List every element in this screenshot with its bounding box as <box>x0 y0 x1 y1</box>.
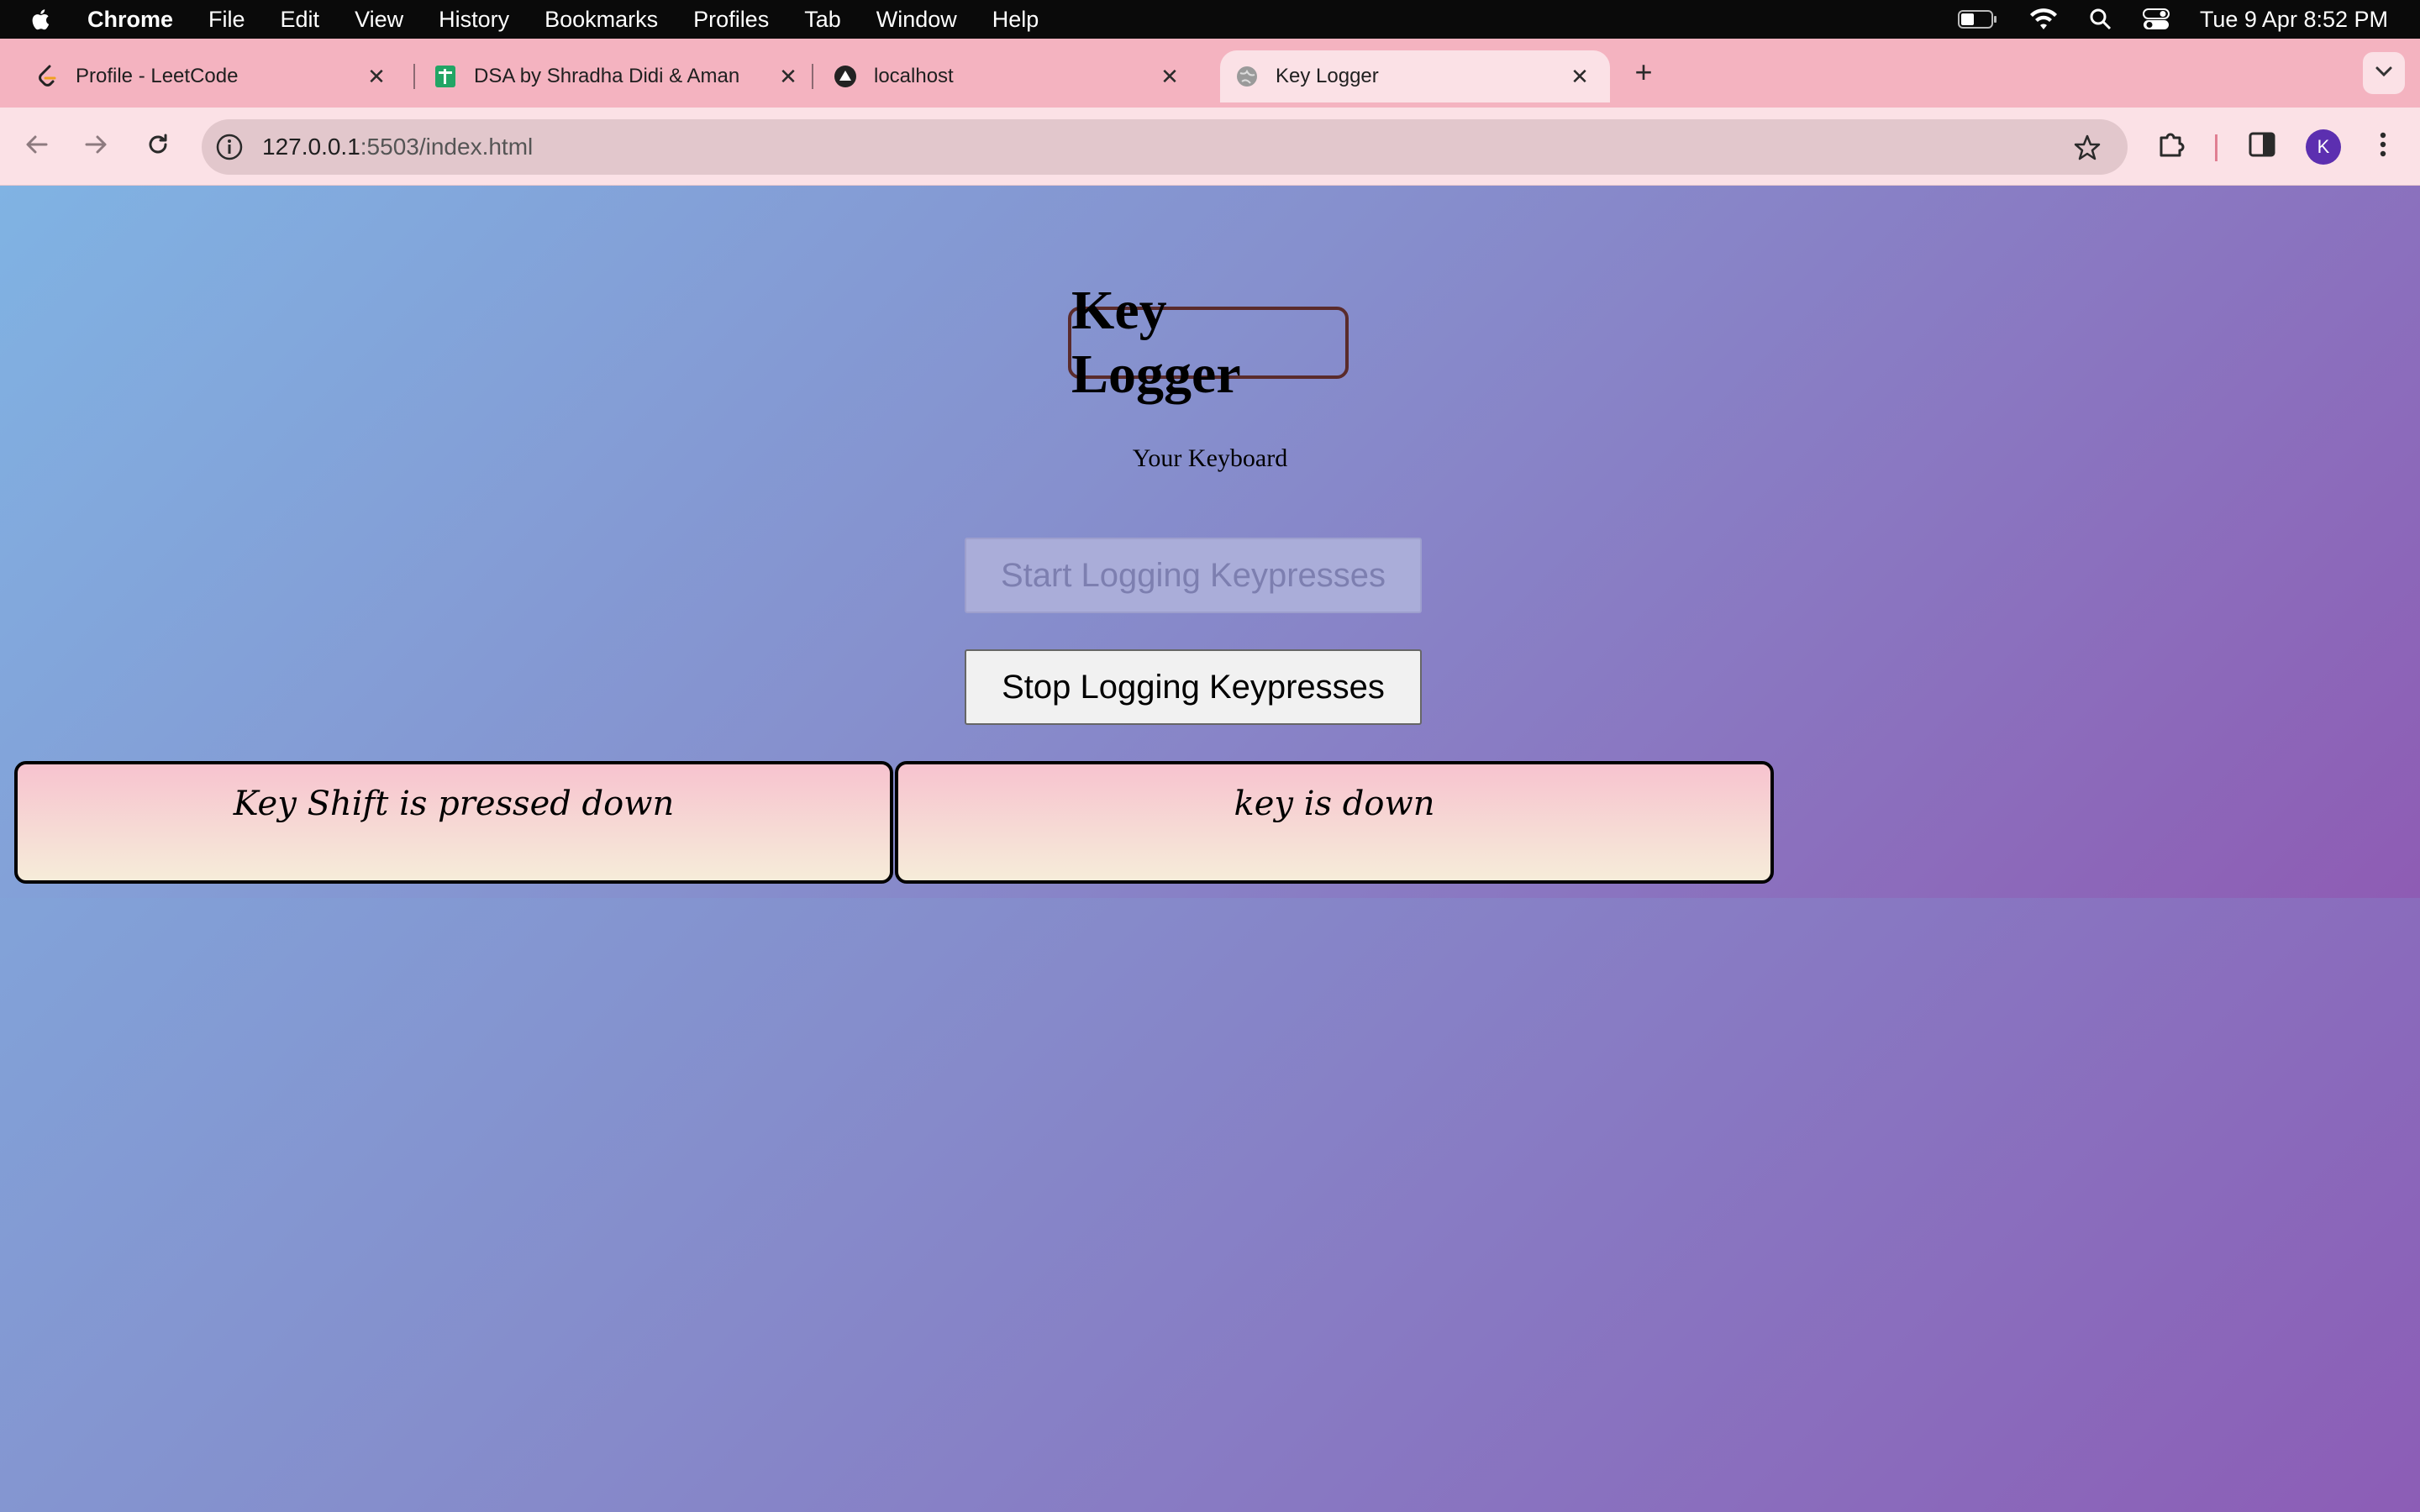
globe-icon <box>1235 65 1259 88</box>
reload-icon <box>145 132 171 161</box>
arrow-left-icon <box>24 132 50 161</box>
macos-menu-bar: Chrome File Edit View History Bookmarks … <box>0 0 2420 39</box>
browser-toolbar: 127.0.0.1:5503/index.html K <box>0 108 2420 186</box>
sheets-icon <box>434 65 457 88</box>
tab-localhost[interactable]: localhost ✕ <box>805 50 1205 102</box>
bookmark-star-icon[interactable] <box>2072 133 2102 163</box>
status-area: Tue 9 Apr 8:52 PM <box>1957 0 2420 39</box>
apple-icon[interactable] <box>32 7 52 32</box>
puzzle-icon <box>2156 129 2186 164</box>
url-path: :5503/index.html <box>360 134 534 160</box>
new-tab-button[interactable]: + <box>1627 55 1660 89</box>
more-vertical-icon <box>2379 131 2387 162</box>
back-button[interactable] <box>17 126 57 166</box>
close-icon[interactable]: ✕ <box>776 64 800 89</box>
menu-file[interactable]: File <box>208 7 245 33</box>
arrow-right-icon <box>83 132 108 161</box>
menu-tab[interactable]: Tab <box>804 7 841 33</box>
menubar-clock[interactable]: Tue 9 Apr 8:52 PM <box>2200 7 2388 33</box>
menu-history[interactable]: History <box>439 7 509 33</box>
page-body: Key Logger Your Keyboard Start Logging K… <box>0 186 2420 898</box>
toolbar-divider <box>2215 134 2217 161</box>
tab-leetcode[interactable]: Profile - LeetCode ✕ <box>7 50 407 102</box>
url-host: 127.0.0.1 <box>262 134 360 160</box>
stop-logging-button[interactable]: Stop Logging Keypresses <box>965 649 1422 725</box>
close-icon[interactable]: ✕ <box>1158 64 1181 89</box>
close-icon[interactable]: ✕ <box>365 64 388 89</box>
vercel-icon <box>834 65 857 88</box>
side-panel-button[interactable] <box>2242 126 2282 166</box>
extensions-button[interactable] <box>2151 126 2191 166</box>
tab-title: Key Logger <box>1276 65 1379 87</box>
page-viewport: Key Logger Your Keyboard Start Logging K… <box>0 186 2420 1512</box>
site-info-icon[interactable] <box>215 133 244 161</box>
keydown-log-panel: Key Shift is pressed down <box>14 761 893 884</box>
menu-help[interactable]: Help <box>992 7 1039 33</box>
close-icon[interactable]: ✕ <box>1568 64 1591 89</box>
side-panel-icon <box>2249 132 2275 161</box>
tab-search-button[interactable] <box>2363 52 2405 94</box>
tab-title: localhost <box>874 65 954 87</box>
page-title: Key Logger <box>1068 280 1349 405</box>
wifi-icon[interactable] <box>2028 8 2059 31</box>
keydown-log-text: Key Shift is pressed down <box>233 785 675 823</box>
page-subtitle: Your Keyboard <box>1132 444 1288 472</box>
battery-icon[interactable] <box>1957 9 1998 29</box>
menu-window[interactable]: Window <box>876 7 957 33</box>
control-center-icon[interactable] <box>2142 8 2170 31</box>
menu-profiles[interactable]: Profiles <box>693 7 769 33</box>
chevron-down-icon <box>2375 66 2393 81</box>
tab-dsa-sheet[interactable]: DSA by Shradha Didi & Aman ✕ <box>407 50 807 102</box>
key-state-log-text: key is down <box>1234 785 1435 823</box>
menu-edit[interactable]: Edit <box>281 7 320 33</box>
chrome-menu-button[interactable] <box>2363 126 2403 166</box>
menu-bookmarks[interactable]: Bookmarks <box>544 7 658 33</box>
address-bar[interactable]: 127.0.0.1:5503/index.html <box>202 119 2128 175</box>
menu-app-chrome[interactable]: Chrome <box>87 7 173 33</box>
url-text[interactable]: 127.0.0.1:5503/index.html <box>262 134 533 160</box>
tab-title: Profile - LeetCode <box>76 65 239 87</box>
forward-button[interactable] <box>76 126 116 166</box>
profile-avatar[interactable]: K <box>2306 129 2341 165</box>
menu-view[interactable]: View <box>355 7 403 33</box>
tab-title: DSA by Shradha Didi & Aman <box>474 65 740 87</box>
leetcode-icon <box>35 65 59 88</box>
reload-button[interactable] <box>138 126 178 166</box>
start-logging-button[interactable]: Start Logging Keypresses <box>965 538 1422 613</box>
tab-strip: Profile - LeetCode ✕ DSA by Shradha Didi… <box>0 39 2420 108</box>
search-icon[interactable] <box>2089 8 2112 31</box>
key-state-log-panel: key is down <box>895 761 1774 884</box>
tab-key-logger[interactable]: Key Logger ✕ <box>1220 50 1610 102</box>
